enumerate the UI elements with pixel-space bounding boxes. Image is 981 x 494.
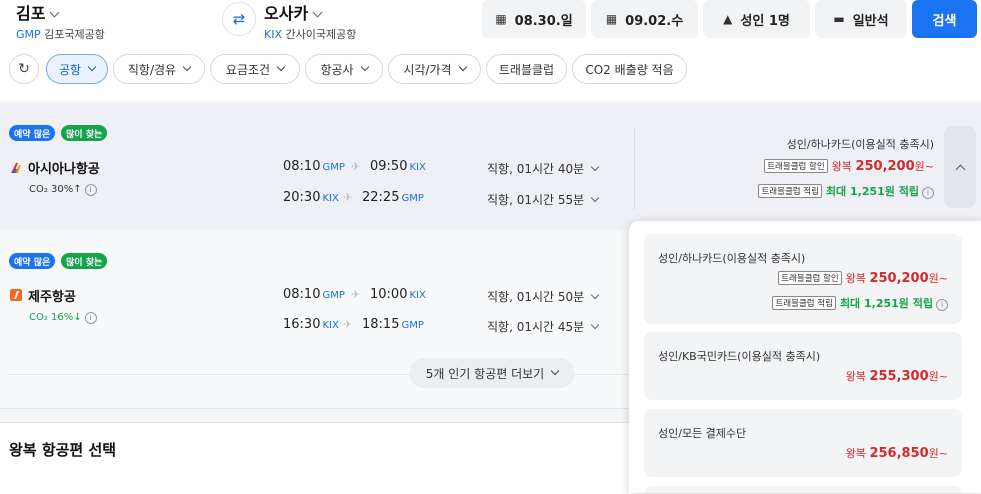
passenger-field[interactable]: ▲ 성인 1명 — [703, 0, 810, 38]
calendar-icon: ▦ — [605, 12, 618, 26]
chevron-down-icon — [590, 320, 600, 330]
badge-frequently-searched: 많이 찾는 — [61, 253, 108, 269]
filter-low-co2[interactable]: CO2 배출량 적음 — [572, 54, 687, 84]
outbound-arrival: 09:50 KIX — [370, 159, 426, 174]
inbound-departure: 20:30 KIX — [283, 190, 339, 205]
chevron-down-icon — [590, 162, 600, 172]
destination-selector[interactable]: 오사카 KIX 간사이국제공항 — [264, 0, 356, 42]
origin-airport: 김포국제공항 — [44, 28, 105, 41]
search-button[interactable]: 검색 — [912, 0, 977, 38]
info-icon[interactable]: i — [936, 299, 948, 311]
search-bar: 김포 GMP 김포국제공항 ⇄ 오사카 KIX 간사이국제공항 ▦ 08.30.일… — [0, 0, 981, 42]
origin-city: 김포 — [16, 4, 46, 23]
outbound-departure: 08:10 GMP — [283, 159, 345, 174]
jejuair-logo-icon — [10, 289, 22, 301]
chevron-down-icon — [360, 62, 369, 72]
fare-option-title: 성인/KB국민카드(이용실적 충족시) — [658, 350, 821, 363]
fare-option-points: 트래블클럽 적립 최대 1,251원 적립 i — [772, 295, 948, 311]
destination-city: 오사카 — [264, 4, 309, 23]
return-date-field[interactable]: ▦ 09.02.수 — [591, 0, 698, 38]
info-icon[interactable]: i — [84, 184, 97, 196]
asiana-logo-icon — [11, 163, 21, 173]
origin-code: GMP — [16, 28, 41, 41]
destination-airport: 간사이국제공항 — [285, 28, 357, 41]
price-amount[interactable]: 트래블클럽 할인 왕복 250,200원~ — [764, 158, 934, 174]
calendar-icon: ▦ — [495, 12, 507, 26]
chevron-down-icon — [458, 62, 467, 72]
points-line: 트래블클럽 적립 최대 1,251원 적립 i — [758, 183, 934, 199]
inbound-departure: 16:30 KIX — [283, 317, 339, 332]
fare-option[interactable] — [644, 409, 962, 477]
outbound-arrival: 10:00 KIX — [370, 287, 426, 302]
inbound-arrival: 22:25 GMP — [362, 190, 424, 205]
chevron-down-icon — [590, 290, 600, 300]
plane-icon: ✈ — [351, 160, 361, 173]
outbound-duration[interactable]: 직항, 01시간 40분 — [487, 160, 600, 177]
inbound-arrival: 18:15 GMP — [362, 317, 424, 332]
fare-option-price: 트래블클럽 할인 왕복 250,200원~ — [778, 270, 948, 286]
badge-frequently-searched: 많이 찾는 — [61, 125, 108, 141]
seat-icon: ▬ — [833, 12, 845, 26]
swap-icon: ⇄ — [232, 10, 246, 28]
fare-option-price: 왕복 255,300원~ — [845, 369, 948, 384]
travel-club-discount-tag: 트래블클럽 할인 — [778, 271, 842, 285]
travel-club-discount-tag: 트래블클럽 할인 — [764, 159, 828, 173]
chevron-down-icon — [50, 7, 60, 18]
filter-direct[interactable]: 직항/경유 — [113, 54, 205, 84]
cabin-field[interactable]: ▬ 일반석 — [815, 0, 907, 38]
outbound-departure: 08:10 GMP — [283, 287, 345, 302]
airline-name: 제주항공 — [28, 290, 76, 305]
chevron-down-icon — [550, 366, 560, 376]
airline-name: 아시아나항공 — [28, 162, 100, 177]
chevron-down-icon — [87, 62, 97, 72]
inbound-duration[interactable]: 직항, 01시간 45분 — [487, 318, 600, 335]
plane-icon: ✈ — [343, 191, 353, 204]
filter-time-price[interactable]: 시각/가격 — [388, 54, 481, 84]
fare-option-title: 성인/하나카드(이용실적 충족시) — [658, 252, 806, 265]
info-icon[interactable]: i — [922, 187, 934, 199]
badge-popular-booking: 예약 많은 — [9, 253, 56, 269]
collapse-fares-button[interactable] — [944, 126, 976, 208]
fare-option-title: 성인/모든 결제수단 — [658, 427, 747, 440]
inbound-duration[interactable]: 직항, 01시간 55분 — [487, 191, 600, 208]
show-more-flights-button[interactable]: 5개 인기 항공편 더보기 — [409, 358, 575, 388]
travel-club-points-tag: 트래블클럽 적립 — [758, 184, 822, 198]
filter-airline[interactable]: 항공사 — [305, 54, 383, 84]
price-condition: 성인/하나카드(이용실적 충족시) — [786, 138, 934, 151]
person-icon: ▲ — [723, 12, 733, 26]
co2-indicator: CO₂ 16%↓ i — [29, 312, 97, 324]
divider — [634, 128, 635, 210]
badge-popular-booking: 예약 많은 — [9, 125, 56, 141]
filter-airport[interactable]: 공항 — [46, 54, 108, 84]
depart-date-field[interactable]: ▦ 08.30.일 — [482, 0, 586, 38]
travel-club-points-tag: 트래블클럽 적립 — [772, 296, 836, 310]
chevron-down-icon — [276, 62, 286, 72]
plane-icon: ✈ — [351, 288, 361, 301]
fare-option[interactable] — [644, 486, 962, 493]
section-title: 왕복 항공편 선택 — [9, 441, 117, 459]
filter-bar: ↻ 공항 직항/경유 요금조건 항공사 시각/가격 트래블클럽 CO2 배출량 … — [0, 50, 981, 92]
origin-selector[interactable]: 김포 GMP 김포국제공항 — [16, 0, 105, 42]
destination-code: KIX — [264, 28, 282, 41]
plane-icon: ✈ — [343, 318, 353, 331]
chevron-down-icon — [590, 193, 600, 203]
outbound-duration[interactable]: 직항, 01시간 50분 — [487, 288, 600, 305]
info-icon[interactable]: i — [84, 312, 97, 324]
filter-travel-club[interactable]: 트래블클럽 — [486, 54, 567, 84]
fare-option-price: 왕복 256,850원~ — [845, 446, 948, 461]
co2-indicator: CO₂ 30%↑ i — [29, 184, 97, 196]
chevron-down-icon — [182, 62, 192, 72]
refresh-button[interactable]: ↻ — [9, 54, 39, 84]
swap-route-button[interactable]: ⇄ — [222, 2, 256, 36]
refresh-icon: ↻ — [18, 61, 30, 77]
filter-fare-condition[interactable]: 요금조건 — [210, 54, 300, 84]
fare-option[interactable] — [644, 332, 962, 400]
chevron-up-icon — [955, 164, 965, 174]
chevron-down-icon — [312, 7, 323, 18]
